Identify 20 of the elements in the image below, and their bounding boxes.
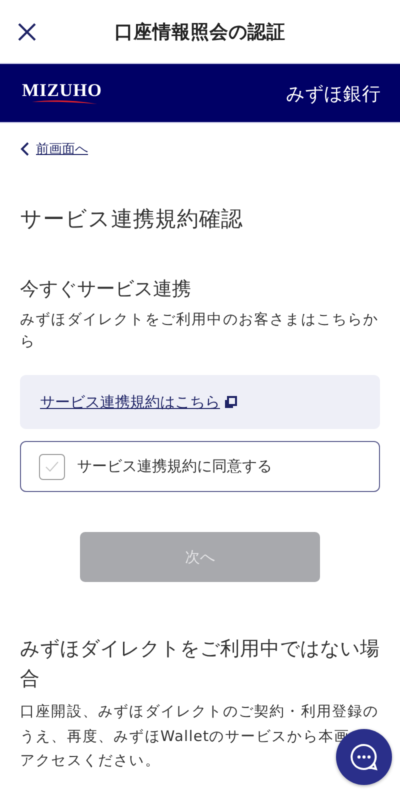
external-window-icon	[225, 396, 237, 408]
agree-option[interactable]: サービス連携規約に同意する	[20, 441, 380, 492]
screen-title: 口座情報照会の認証	[114, 21, 286, 44]
section-heading: みずほダイレクトをご利用中ではない場合	[20, 636, 380, 692]
text-line: 口座開設、みずほダイレクトのご契約・利用登録の	[20, 702, 379, 722]
agree-label: サービス連携規約に同意する	[77, 457, 272, 476]
close-icon[interactable]	[17, 22, 37, 42]
chat-button[interactable]	[336, 729, 392, 785]
checkbox[interactable]	[39, 454, 65, 480]
terms-link[interactable]: サービス連携規約はこちら	[40, 392, 220, 412]
bank-logo: MIZUHO	[22, 81, 102, 105]
chevron-left-icon[interactable]	[20, 142, 30, 156]
tick-icon	[45, 460, 59, 472]
text-line: アクセスください。	[20, 751, 160, 771]
back-link[interactable]: 前画面へ	[36, 140, 88, 158]
section-text: みずほダイレクトをご利用中のお客さまはこちらから	[20, 310, 380, 352]
section-heading: 今すぐサービス連携	[20, 277, 192, 302]
bank-name: みずほ銀行	[286, 82, 381, 106]
page-title: サービス連携規約確認	[20, 206, 244, 234]
chat-bubble-icon	[350, 743, 378, 771]
